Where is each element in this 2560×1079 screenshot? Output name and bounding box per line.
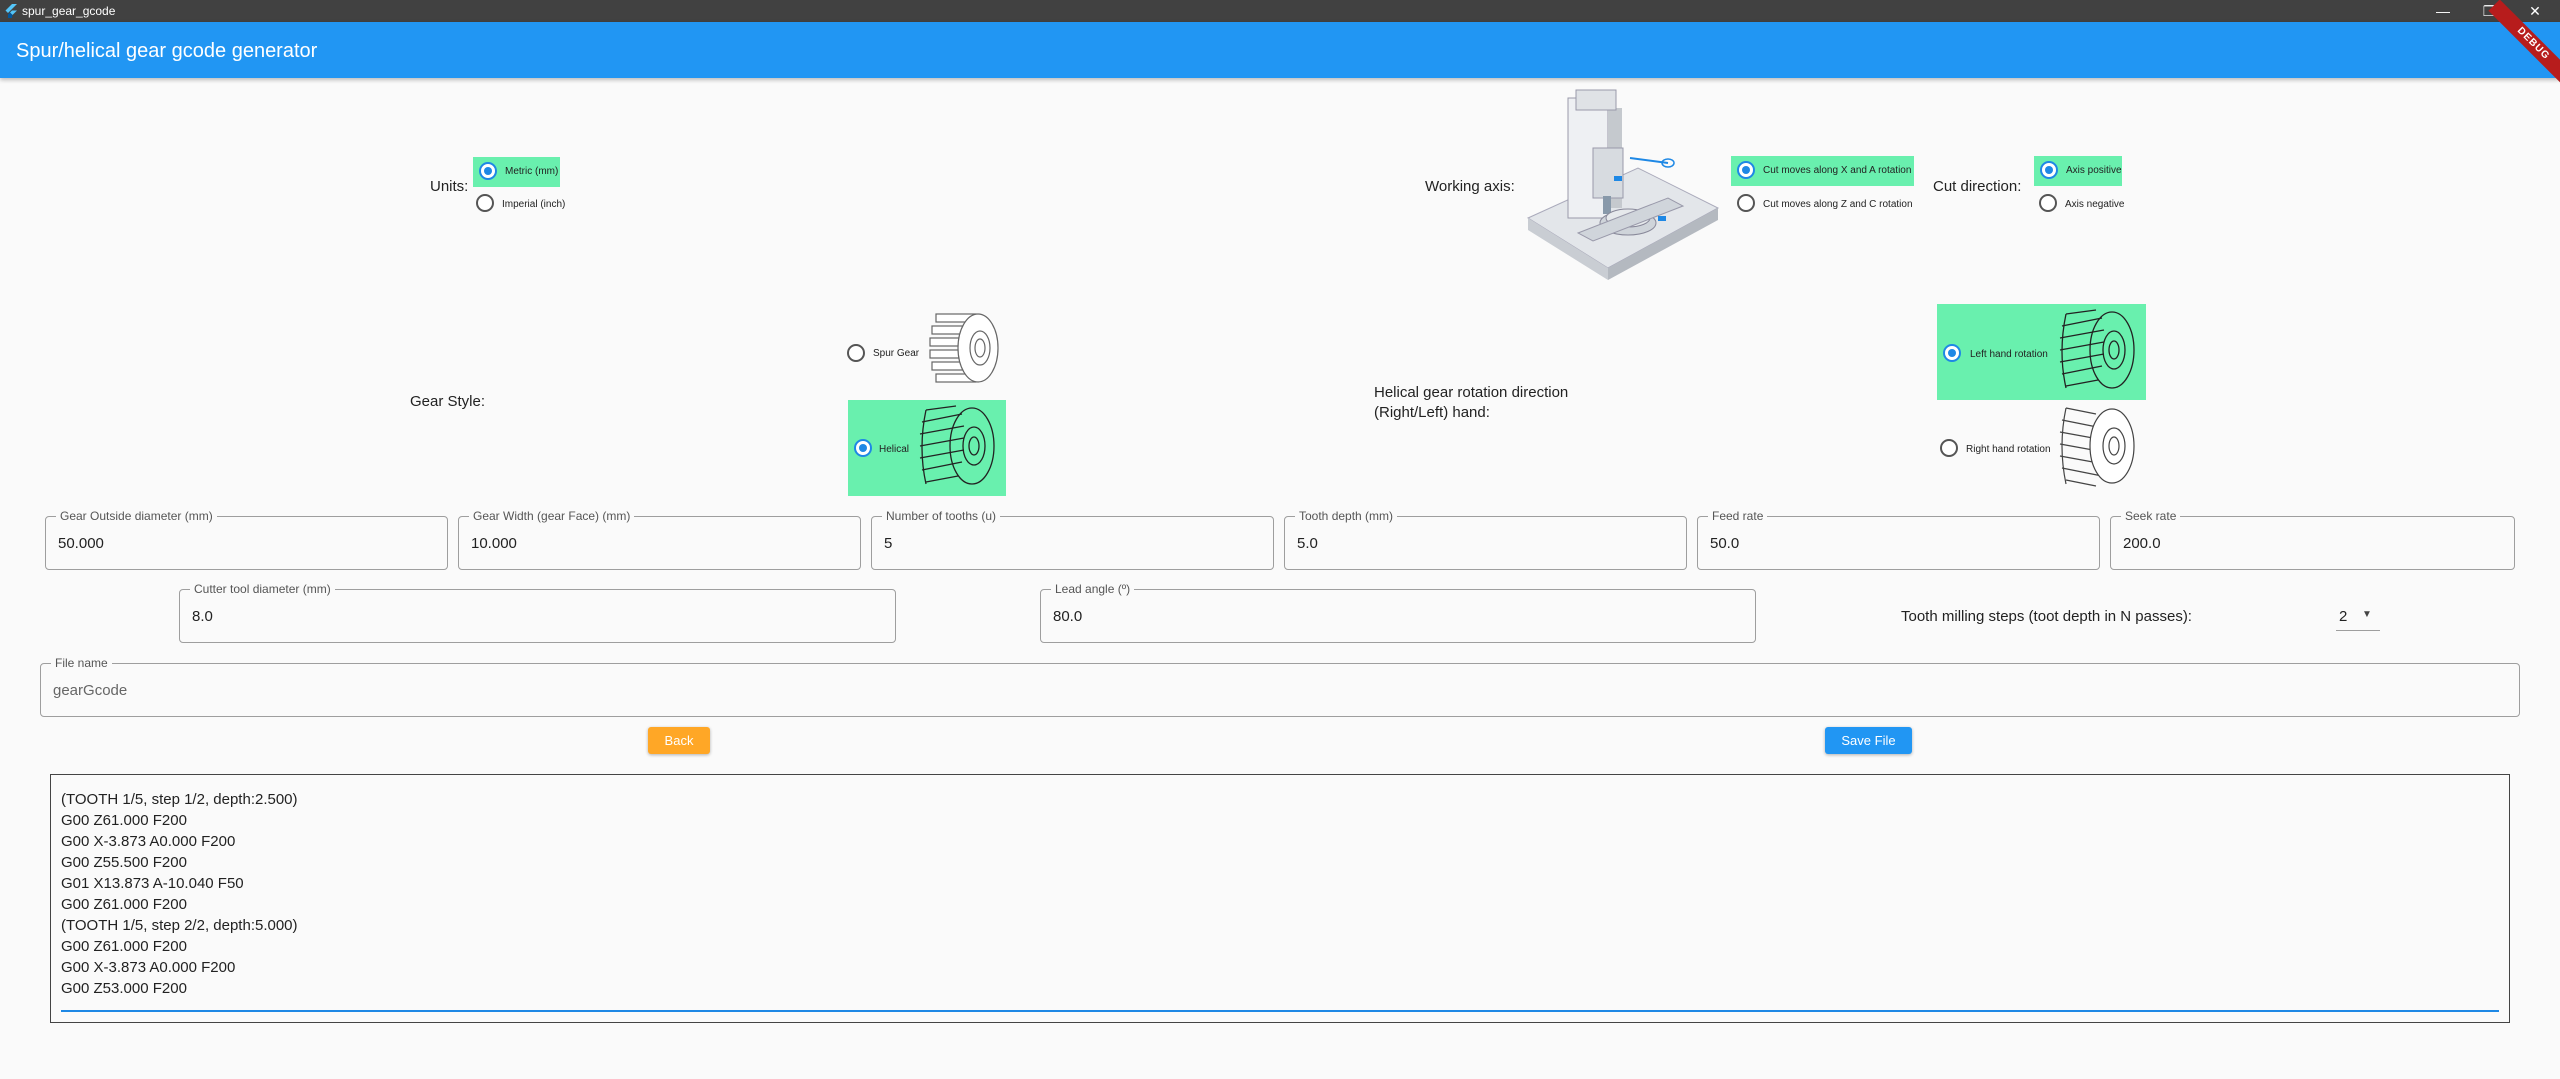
gcode-line: G00 Z61.000 F200 [61,938,187,955]
outside-diameter-label: Gear Outside diameter (mm) [56,509,217,523]
page-title: Spur/helical gear gcode generator [16,40,318,62]
window-title: spur_gear_gcode [22,4,116,18]
outside-diameter-value: 50.000 [58,535,104,552]
axis-xa-radio[interactable] [1737,161,1755,179]
gcode-line: G00 X-3.873 A0.000 F200 [61,959,236,976]
axis-zc-radio[interactable] [1737,194,1755,212]
helical-gear-label: Helical [879,444,910,455]
lead-angle-value: 80.0 [1053,608,1083,625]
num-tooths-label: Number of tooths (u) [882,509,1001,523]
milling-steps-label: Tooth milling steps (toot depth in N pas… [1901,608,2192,625]
chevron-down-icon: ▼ [2362,609,2372,620]
cut-positive-label: Axis positive [2066,165,2122,176]
gcode-line: (TOOTH 1/5, step 1/2, depth:2.500) [61,791,298,808]
textarea-focus-underline [61,1010,2499,1012]
tooth-depth-label: Tooth depth (mm) [1295,509,1398,523]
units-metric-label: Metric (mm) [505,166,559,177]
units-imperial-label: Imperial (inch) [502,199,566,210]
rotation-direction-label-1: Helical gear rotation direction [1374,384,1569,401]
gear-style-label: Gear Style: [410,393,486,410]
helical-gear-image [919,405,995,485]
gcode-output-textarea[interactable]: (TOOTH 1/5, step 1/2, depth:2.500) G00 Z… [50,774,2510,1023]
app-bar: Spur/helical gear gcode generator DEBUG [0,0,2560,89]
working-axis-label: Working axis: [1425,178,1515,195]
num-tooths-value: 5 [884,535,893,552]
file-name-placeholder: gearGcode [53,682,128,699]
file-name-label: File name [51,656,112,670]
milling-steps-value: 2 [2339,608,2348,625]
num-tooths-field[interactable]: Number of tooths (u) 5 [871,509,1274,570]
cut-negative-radio[interactable] [2039,194,2057,212]
units-label: Units: [430,178,469,195]
save-file-button[interactable]: Save File [1825,727,1912,754]
gcode-line: G00 Z61.000 F200 [61,812,187,829]
units-metric-radio[interactable] [479,162,497,180]
feed-rate-label: Feed rate [1708,509,1768,523]
seek-rate-label: Seek rate [2121,509,2181,523]
helical-gear-radio[interactable] [854,439,872,457]
cutter-diameter-value: 8.0 [192,608,213,625]
cutter-diameter-label: Cutter tool diameter (mm) [190,582,335,596]
gcode-line: (TOOTH 1/5, step 2/2, depth:5.000) [61,917,298,934]
rotation-direction-label-2: (Right/Left) hand: [1374,404,1490,421]
gear-width-value: 10.000 [471,535,517,552]
cutter-diameter-field[interactable]: Cutter tool diameter (mm) 8.0 [179,582,896,643]
gcode-line: G01 X13.873 A-10.040 F50 [61,875,244,892]
axis-xa-label: Cut moves along X and A rotation [1763,165,1912,176]
lead-angle-label: Lead angle (º) [1051,582,1135,596]
lead-angle-field[interactable]: Lead angle (º) 80.0 [1040,582,1756,643]
spur-gear-radio[interactable] [847,344,865,362]
left-hand-radio[interactable] [1943,344,1961,362]
outside-diameter-field[interactable]: Gear Outside diameter (mm) 50.000 [45,509,448,570]
back-button[interactable]: Back [648,727,710,754]
cut-positive-radio[interactable] [2040,161,2058,179]
gcode-line: G00 Z61.000 F200 [61,896,187,913]
axis-zc-label: Cut moves along Z and C rotation [1763,199,1913,210]
left-hand-gear-image [2059,309,2135,389]
units-imperial-radio[interactable] [476,194,494,212]
gcode-line: G00 Z53.000 F200 [61,980,187,997]
gear-width-label: Gear Width (gear Face) (mm) [469,509,635,523]
minimize-icon[interactable]: — [2420,0,2466,22]
seek-rate-value: 200.0 [2123,535,2161,552]
cnc-machine-image [1526,89,1720,280]
gcode-line: G00 Z55.500 F200 [61,854,187,871]
right-hand-gear-image [2059,407,2135,487]
left-hand-label: Left hand rotation [1970,349,2048,360]
tooth-depth-value: 5.0 [1297,535,1318,552]
seek-rate-field[interactable]: Seek rate 200.0 [2110,509,2515,570]
gear-width-field[interactable]: Gear Width (gear Face) (mm) 10.000 [458,509,861,570]
tooth-depth-field[interactable]: Tooth depth (mm) 5.0 [1284,509,1687,570]
milling-steps-dropdown[interactable]: 2 ▼ [2336,603,2380,631]
right-hand-label: Right hand rotation [1966,444,2051,455]
gcode-line: G00 X-3.873 A0.000 F200 [61,833,236,850]
cut-negative-label: Axis negative [2065,199,2125,210]
cut-direction-label: Cut direction: [1933,178,2022,195]
flutter-logo-icon [5,4,17,18]
feed-rate-value: 50.0 [1710,535,1740,552]
window-title-bar: spur_gear_gcode — ❐ ✕ [0,0,2560,22]
spur-gear-image [929,313,999,383]
feed-rate-field[interactable]: Feed rate 50.0 [1697,509,2100,570]
file-name-field[interactable]: File name gearGcode [40,656,2520,717]
spur-gear-label: Spur Gear [873,348,920,359]
right-hand-radio[interactable] [1940,439,1958,457]
